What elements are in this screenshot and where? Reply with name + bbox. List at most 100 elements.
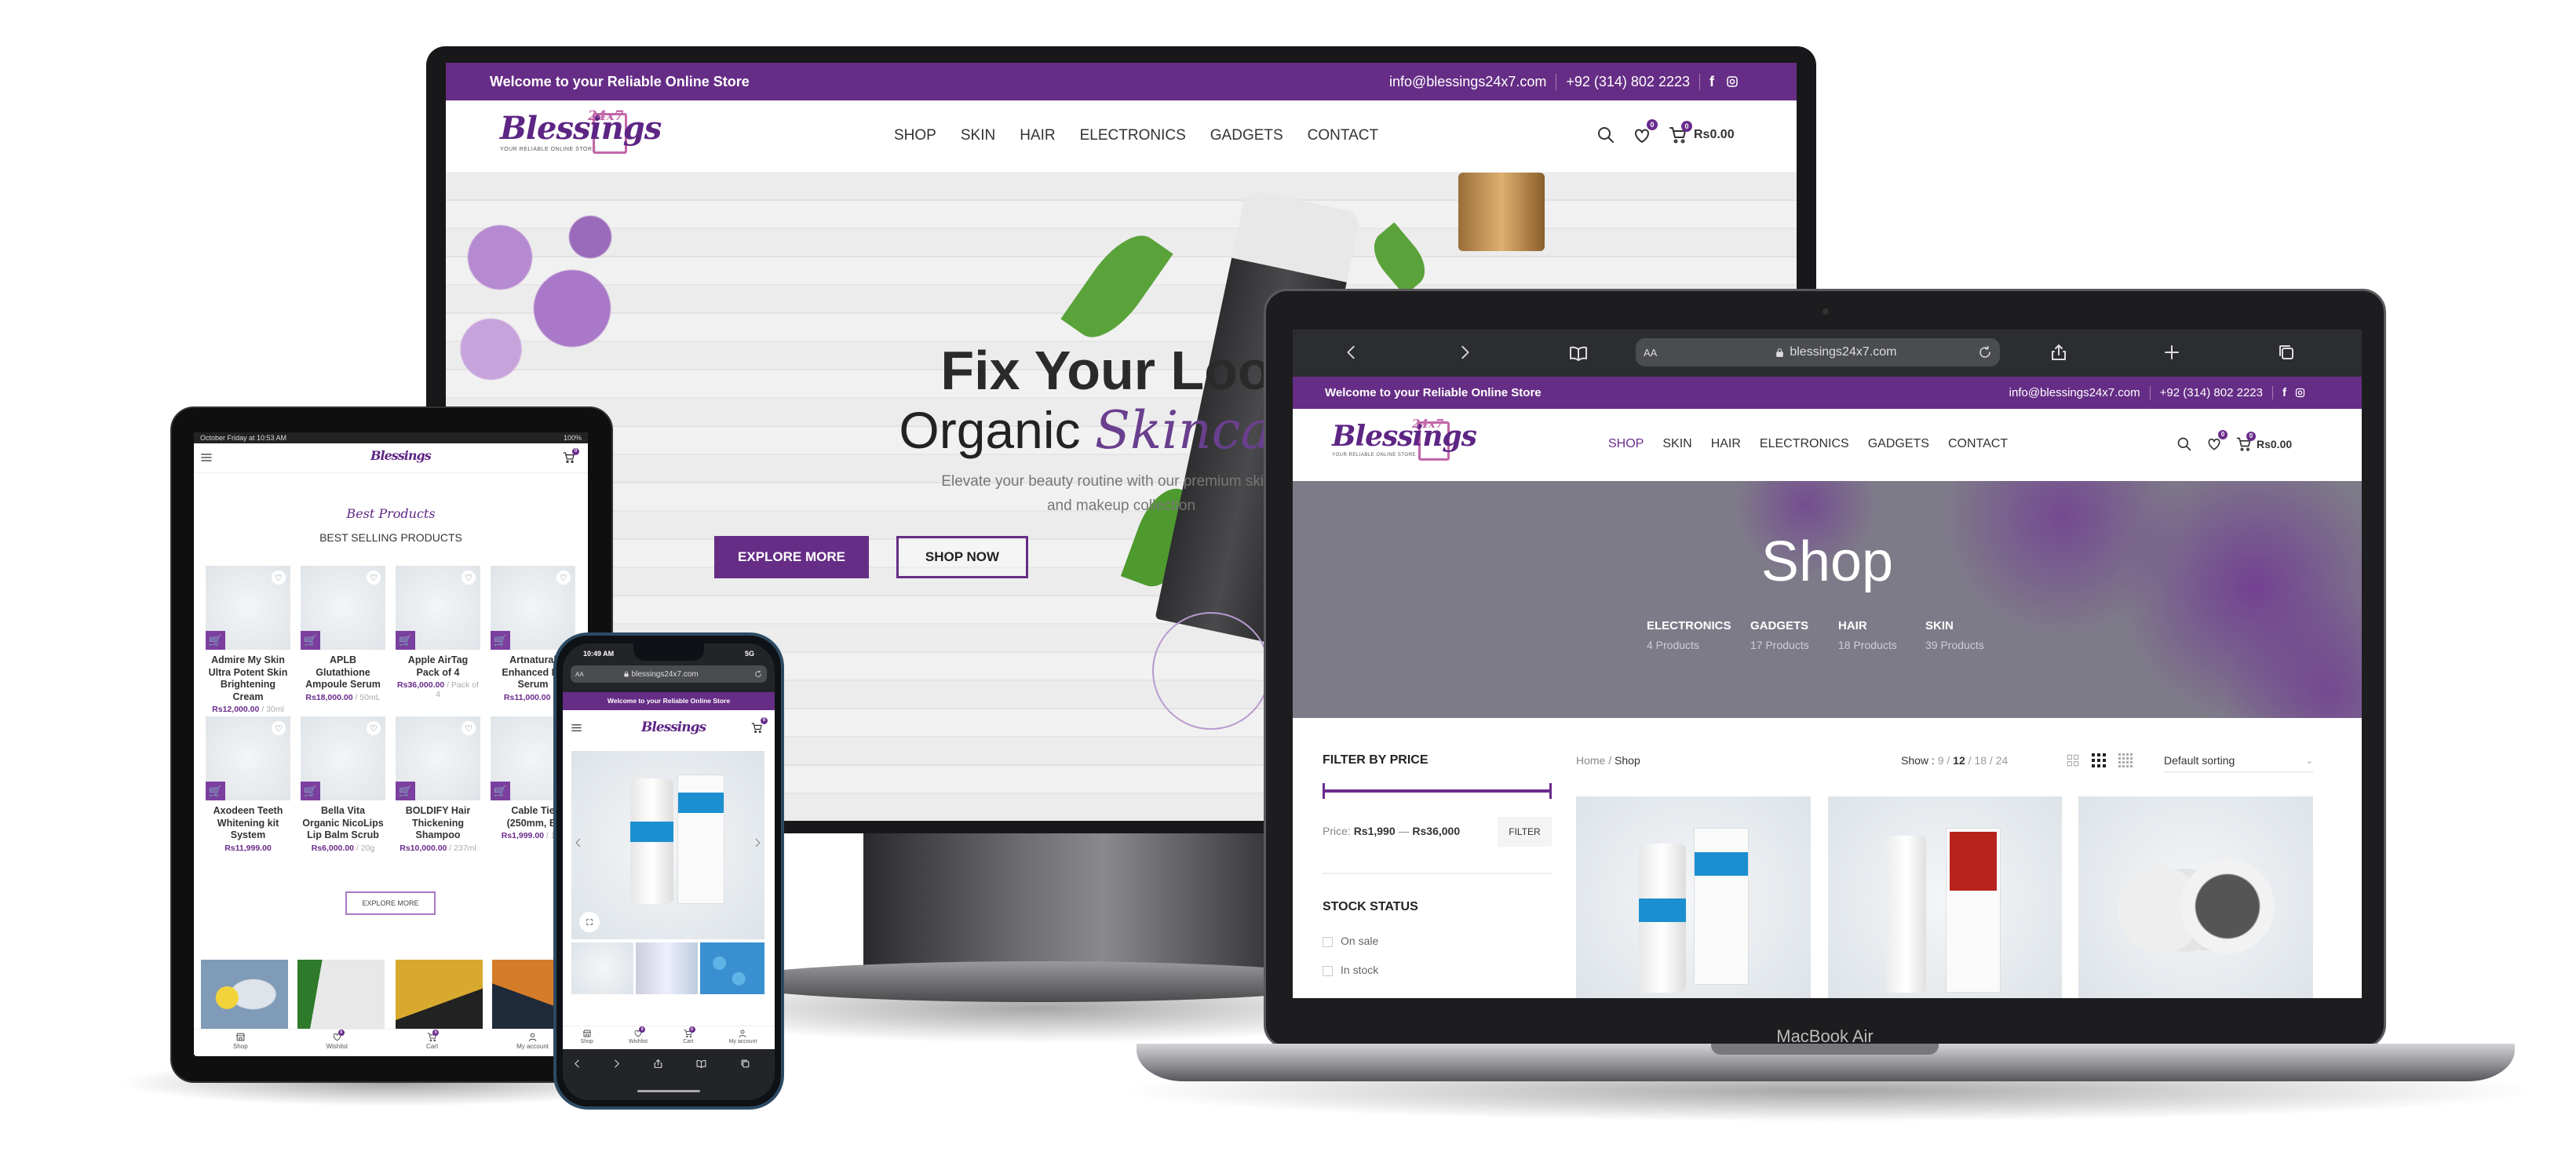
facebook-icon[interactable]: f <box>1709 74 1714 90</box>
new-tab-icon[interactable] <box>2162 343 2181 362</box>
wishlist-heart-icon[interactable]: ♡ <box>462 721 476 735</box>
tabs-icon[interactable] <box>2277 343 2296 362</box>
add-to-cart-icon[interactable]: 🛒 <box>301 631 320 650</box>
explore-more-button[interactable]: EXPLORE MORE <box>345 891 436 915</box>
expand-image-button[interactable] <box>579 912 600 932</box>
category-hair[interactable]: HAIR 18 Products <box>1838 619 1897 651</box>
bottom-nav-cart[interactable]: 0 Cart <box>426 1030 440 1056</box>
share-icon[interactable] <box>2049 343 2068 362</box>
category-image-natural[interactable] <box>297 960 385 1029</box>
bottom-nav-wishlist[interactable]: 0 Wishlist <box>327 1030 348 1056</box>
phone-link[interactable]: +92 (314) 802 2223 <box>1566 74 1690 90</box>
breadcrumb-home[interactable]: Home <box>1576 754 1605 767</box>
add-to-cart-icon[interactable]: 🛒 <box>206 782 225 800</box>
previous-image-icon[interactable] <box>573 837 584 848</box>
shop-now-button[interactable]: SHOP NOW <box>896 536 1028 578</box>
bottom-nav-shop[interactable]: Shop <box>581 1026 593 1049</box>
text-size-button[interactable]: AA <box>1644 347 1657 359</box>
add-to-cart-icon[interactable]: 🛒 <box>491 782 510 800</box>
in-stock-checkbox[interactable]: In stock <box>1323 964 1378 976</box>
phone-link[interactable]: +92 (314) 802 2223 <box>2160 386 2263 399</box>
cart-button[interactable]: 0 <box>563 448 579 465</box>
forward-icon[interactable] <box>1456 344 1473 361</box>
text-size-button[interactable]: AA <box>575 671 584 678</box>
nav-contact[interactable]: CONTACT <box>1308 127 1378 144</box>
product-card[interactable]: ♡ 🛒 Bella Vita Organic NicoLips Lip Balm … <box>301 716 385 857</box>
add-to-cart-icon[interactable]: 🛒 <box>206 631 225 650</box>
product-card[interactable]: ♡ 🛒 APLB Glutathione Ampoule Serum Rs18,0… <box>301 566 385 706</box>
menu-icon[interactable] <box>571 722 582 734</box>
show-24[interactable]: 24 <box>1996 754 2009 767</box>
wishlist-heart-icon[interactable]: ♡ <box>556 570 571 585</box>
product-image[interactable]: ♡🛒 <box>396 716 480 800</box>
category-electronics[interactable]: ELECTRONICS 4 Products <box>1647 619 1731 651</box>
instagram-icon[interactable] <box>2294 387 2306 399</box>
product-title[interactable]: BOLDIFY Hair Thickening Shampoo <box>396 805 480 842</box>
slider-max-handle[interactable] <box>1549 783 1552 799</box>
product-image-admire-my-skin[interactable] <box>1576 796 1811 998</box>
product-title[interactable]: Apple AirTag Pack of 4 <box>396 654 480 679</box>
show-18[interactable]: 18 <box>1974 754 1987 767</box>
product-image-apple-airtag[interactable] <box>2078 796 2313 998</box>
nav-shop[interactable]: SHOP <box>1608 437 1644 451</box>
back-icon[interactable] <box>572 1059 582 1069</box>
show-9[interactable]: 9 <box>1938 754 1944 767</box>
bottom-nav-wishlist[interactable]: 0 Wishlist <box>629 1026 648 1049</box>
blessings-logo[interactable]: Blessings <box>370 448 432 463</box>
instagram-icon[interactable] <box>1725 75 1739 89</box>
add-to-cart-icon[interactable]: 🛒 <box>396 631 415 650</box>
product-title[interactable]: APLB Glutathione Ampoule Serum <box>301 654 385 691</box>
product-card[interactable]: ♡ 🛒 BOLDIFY Hair Thickening Shampoo Rs10,… <box>396 716 480 857</box>
blessings-logo[interactable]: Blessings 24x7 YOUR RELIABLE ONLINE STOR… <box>1332 417 1477 461</box>
address-bar[interactable]: AA blessings24x7.com <box>571 665 767 683</box>
product-image[interactable]: ♡🛒 <box>301 566 385 650</box>
tabs-icon[interactable] <box>740 1059 750 1069</box>
cart-button[interactable]: 0 Rs0.00 <box>1669 121 1735 144</box>
search-icon[interactable] <box>2176 436 2192 452</box>
add-to-cart-icon[interactable]: 🛒 <box>491 631 510 650</box>
bookmarks-icon[interactable] <box>1569 344 1588 363</box>
blessings-logo[interactable]: Blessings <box>641 720 706 735</box>
next-image-icon[interactable] <box>752 837 763 848</box>
bottom-nav-shop[interactable]: Shop <box>233 1030 248 1056</box>
explore-more-button[interactable]: EXPLORE MORE <box>714 536 869 578</box>
cart-button[interactable]: 0 <box>751 717 768 734</box>
product-image[interactable]: ♡🛒 <box>491 566 575 650</box>
on-sale-checkbox[interactable]: On sale <box>1323 935 1378 947</box>
thumbnail[interactable] <box>700 942 764 994</box>
nav-skin[interactable]: SKIN <box>961 127 995 144</box>
facebook-icon[interactable]: f <box>2282 386 2286 399</box>
bottom-nav-my-account[interactable]: My account <box>729 1026 757 1049</box>
email-link[interactable]: info@blessings24x7.com <box>1389 74 1546 90</box>
grid-3-icon[interactable] <box>2092 753 2106 767</box>
nav-electronics[interactable]: ELECTRONICS <box>1760 437 1849 451</box>
product-image[interactable]: ♡🛒 <box>206 566 290 650</box>
product-card[interactable]: ♡ 🛒 Axodeen Teeth Whitening kit System Rs… <box>206 716 290 857</box>
product-title[interactable]: Bella Vita Organic NicoLips Lip Balm Scr… <box>301 805 385 842</box>
nav-hair[interactable]: HAIR <box>1020 127 1055 144</box>
share-icon[interactable] <box>653 1059 663 1069</box>
bottom-nav-cart[interactable]: 0 Cart <box>683 1026 695 1049</box>
grid-4-icon[interactable] <box>2118 753 2133 767</box>
product-title[interactable]: Admire My Skin Ultra Potent Skin Brighte… <box>206 654 290 703</box>
nav-contact[interactable]: CONTACT <box>1948 437 2008 451</box>
bookmarks-icon[interactable] <box>696 1059 706 1069</box>
category-skin[interactable]: SKIN 39 Products <box>1925 619 1984 651</box>
nav-electronics[interactable]: ELECTRONICS <box>1080 127 1186 144</box>
search-icon[interactable] <box>1596 126 1615 144</box>
product-main-image[interactable] <box>571 751 764 939</box>
category-gadgets[interactable]: GADGETS 17 Products <box>1750 619 1809 651</box>
product-image[interactable]: ♡🛒 <box>206 716 290 800</box>
product-image-aplb-glutathione[interactable] <box>1828 796 2062 998</box>
sorting-select[interactable]: Default sorting ⌄ <box>2164 749 2313 773</box>
thumbnail[interactable] <box>636 942 698 994</box>
grid-2-icon[interactable] <box>2066 753 2080 767</box>
bottom-nav-my-account[interactable]: My account <box>516 1030 549 1056</box>
add-to-cart-icon[interactable]: 🛒 <box>301 782 320 800</box>
back-icon[interactable] <box>1343 344 1360 361</box>
nav-hair[interactable]: HAIR <box>1711 437 1741 451</box>
product-card[interactable]: ♡ 🛒 Admire My Skin Ultra Potent Skin Brig… <box>206 566 290 714</box>
price-range-slider[interactable] <box>1323 783 1552 799</box>
wishlist-heart-icon[interactable]: ♡ <box>462 570 476 585</box>
filter-button[interactable]: FILTER <box>1498 817 1552 847</box>
